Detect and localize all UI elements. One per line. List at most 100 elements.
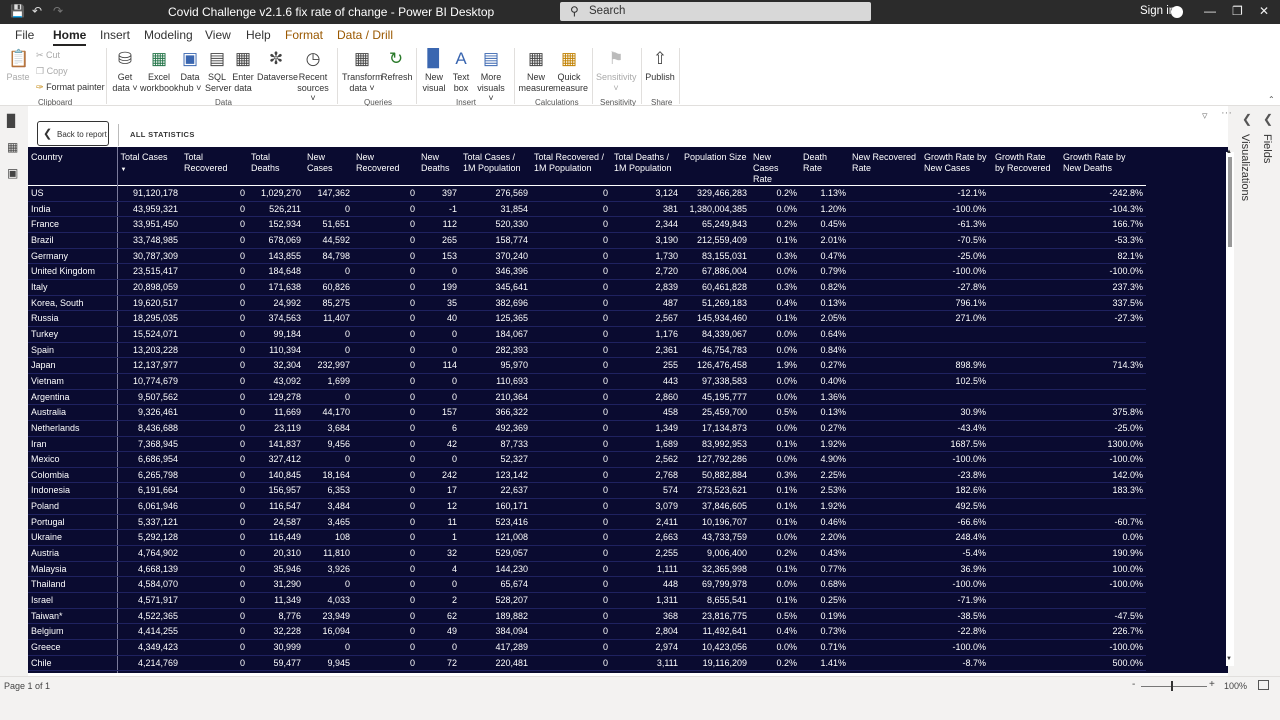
table-row[interactable]: Russia 18,295,035 0 374,563 11,407 0 40 125,365… bbox=[28, 310, 1146, 327]
dataverse-button[interactable]: ✼ Dataverse bbox=[257, 48, 298, 83]
column-header[interactable]: New Recovered bbox=[353, 147, 418, 186]
table-row[interactable]: Ukraine 5,292,128 0 116,449 108 0 1 121,008 0 2,6… bbox=[28, 529, 1146, 547]
menu-home[interactable]: Home bbox=[53, 28, 87, 46]
menu-view[interactable]: View bbox=[205, 28, 231, 42]
table-row[interactable]: Korea, South 19,620,517 0 24,992 85,275 0 35 38… bbox=[28, 295, 1146, 312]
table-row[interactable]: Poland 6,061,946 0 116,547 3,484 0 12 160,171 0 3… bbox=[28, 498, 1146, 515]
fit-to-page-icon[interactable] bbox=[1258, 680, 1269, 690]
column-header[interactable]: Country bbox=[28, 147, 118, 186]
menu-file[interactable]: File bbox=[15, 28, 34, 42]
column-header[interactable]: Growth Rate by Recovered bbox=[992, 147, 1060, 186]
table-row[interactable]: Turkey 15,524,071 0 99,184 0 0 0 184,067 0 1,176 8… bbox=[28, 326, 1146, 343]
table-row[interactable]: India 43,959,321 0 526,211 0 0 -1 31,854 0 381 1,3… bbox=[28, 201, 1146, 218]
column-header[interactable]: Total Cases ▼ bbox=[117, 147, 181, 186]
column-header[interactable]: Total Deaths bbox=[248, 147, 304, 186]
new-visual-button[interactable]: ▉ New visual bbox=[422, 48, 446, 93]
new-measure-button[interactable]: ▦ New measure bbox=[518, 48, 554, 93]
data-view-icon[interactable]: ▦ bbox=[7, 140, 21, 154]
menu-format[interactable]: Format bbox=[285, 28, 323, 42]
table-row[interactable]: Brazil 33,748,985 0 678,069 44,592 0 265 158,77… bbox=[28, 232, 1146, 249]
search-box[interactable]: ⚲ Search bbox=[560, 2, 871, 21]
table-row[interactable]: Vietnam 10,774,679 0 43,092 1,699 0 0 110,693 0 4… bbox=[28, 373, 1146, 390]
recent-sources-button[interactable]: ◷ Recent sources ˅ bbox=[295, 48, 331, 104]
column-header[interactable]: Total Recovered / 1M Population bbox=[531, 147, 611, 186]
table-row[interactable]: Portugal 5,337,121 0 24,587 3,465 0 11 523,416 0… bbox=[28, 514, 1146, 531]
table-row[interactable]: Spain 13,203,228 0 110,394 0 0 0 282,393 0 2,361 4… bbox=[28, 342, 1146, 359]
copy-button[interactable]: ❐ Copy bbox=[36, 66, 68, 77]
scrollbar-thumb[interactable] bbox=[1228, 157, 1232, 247]
menu-insert[interactable]: Insert bbox=[100, 28, 130, 42]
column-header[interactable]: Death Rate bbox=[800, 147, 849, 186]
get-data-button[interactable]: ⛁ Get data ˅ bbox=[112, 48, 138, 93]
column-header[interactable]: Growth Rate by New Cases bbox=[921, 147, 992, 186]
visualizations-pane-tab[interactable]: Visualizations bbox=[1239, 134, 1251, 201]
table-row[interactable]: Argentina 9,507,562 0 129,278 0 0 0 210,364 0 2,8… bbox=[28, 389, 1146, 406]
publish-button[interactable]: ⇧ Publish bbox=[645, 48, 675, 83]
column-header[interactable]: Population Size bbox=[681, 147, 750, 186]
zoom-slider-handle[interactable] bbox=[1171, 681, 1173, 691]
table-row[interactable]: France 33,951,450 0 152,934 51,651 0 112 520,33… bbox=[28, 216, 1146, 233]
column-header[interactable]: Total Recovered bbox=[181, 147, 248, 186]
table-row[interactable]: Italy 20,898,059 0 171,638 60,826 0 199 345,641… bbox=[28, 279, 1146, 296]
zoom-slider[interactable] bbox=[1141, 686, 1207, 687]
column-header[interactable]: New Recovered Rate bbox=[849, 147, 921, 186]
column-header[interactable]: New Cases Rate bbox=[750, 147, 800, 186]
scroll-up-icon[interactable]: ▲ bbox=[1226, 149, 1232, 155]
table-row[interactable]: Australia 9,326,461 0 11,669 44,170 0 157 366,3… bbox=[28, 404, 1146, 421]
filter-icon[interactable]: ▿ bbox=[1202, 109, 1208, 122]
expand-fields-icon[interactable]: ❮ bbox=[1263, 112, 1273, 126]
column-header[interactable]: New Deaths bbox=[418, 147, 460, 186]
table-row[interactable]: Israel 4,571,917 0 11,349 4,033 0 2 528,207 0 1,3… bbox=[28, 592, 1146, 609]
undo-icon[interactable]: ↶ bbox=[32, 4, 42, 18]
column-header[interactable]: Growth Rate by New Deaths bbox=[1060, 147, 1146, 186]
save-icon[interactable]: 💾 bbox=[10, 4, 25, 18]
sql-server-button[interactable]: ▤ SQL Server bbox=[205, 48, 232, 93]
collapse-ribbon-icon[interactable]: ⌃ bbox=[1268, 95, 1275, 104]
menu-data-drill[interactable]: Data / Drill bbox=[337, 28, 393, 42]
table-row[interactable]: Netherlands 8,436,688 0 23,119 3,684 0 6 492,36… bbox=[28, 420, 1146, 437]
table-row[interactable]: United Kingdom 23,515,417 0 184,648 0 0 0 346,3… bbox=[28, 263, 1146, 280]
table-row[interactable]: US 91,120,178 0 1,029,270 147,362 0 397 276,569… bbox=[28, 185, 1146, 202]
paste-button[interactable]: 📋 Paste bbox=[6, 48, 30, 83]
zoom-out-icon[interactable]: - bbox=[1132, 679, 1135, 690]
text-box-button[interactable]: A Text box bbox=[450, 48, 472, 93]
restore-icon[interactable]: ❐ bbox=[1232, 4, 1243, 18]
table-row[interactable]: Colombia 6,265,798 0 140,845 18,164 0 242 123,1… bbox=[28, 467, 1146, 484]
cut-button[interactable]: ✂ Cut bbox=[36, 50, 60, 61]
expand-visualizations-icon[interactable]: ❮ bbox=[1242, 112, 1252, 126]
refresh-button[interactable]: ↻ Refresh bbox=[381, 48, 413, 83]
table-row[interactable]: Germany 30,787,309 0 143,855 84,798 0 153 370,2… bbox=[28, 248, 1146, 265]
enter-data-button[interactable]: ▦ Enter data bbox=[231, 48, 255, 93]
close-icon[interactable]: ✕ bbox=[1259, 4, 1269, 18]
vertical-scrollbar[interactable]: ▲ ▼ bbox=[1226, 149, 1234, 666]
table-row[interactable]: Malaysia 4,668,139 0 35,946 3,926 0 4 144,230 0 1… bbox=[28, 561, 1146, 578]
menu-modeling[interactable]: Modeling bbox=[144, 28, 193, 42]
excel-workbook-button[interactable]: ▦ Excel workbook bbox=[140, 48, 179, 93]
model-view-icon[interactable]: ▣ bbox=[7, 166, 21, 180]
column-header[interactable]: Total Cases / 1M Population bbox=[460, 147, 531, 186]
report-view-icon[interactable]: ▉ bbox=[7, 114, 21, 128]
redo-icon[interactable]: ↷ bbox=[53, 4, 63, 18]
table-row[interactable]: Greece 4,349,423 0 30,999 0 0 0 417,289 0 2,974 10… bbox=[28, 639, 1146, 656]
column-header[interactable]: Total Deaths / 1M Population bbox=[611, 147, 681, 186]
column-header[interactable]: New Cases bbox=[304, 147, 353, 186]
minimize-icon[interactable]: — bbox=[1204, 4, 1216, 18]
format-painter-button[interactable]: ✑ Format painter bbox=[36, 82, 105, 93]
table-row[interactable]: Indonesia 6,191,664 0 156,957 6,353 0 17 22,637… bbox=[28, 482, 1146, 500]
table-row[interactable]: Japan 12,137,977 0 32,304 232,997 0 114 95,970 0… bbox=[28, 357, 1146, 374]
more-options-icon[interactable]: ··· bbox=[1221, 107, 1232, 119]
sensitivity-button[interactable]: ⚑ Sensitivity ˅ bbox=[596, 48, 637, 93]
sort-descending-icon[interactable]: ▼ bbox=[121, 165, 179, 176]
table-row[interactable]: Austria 4,764,902 0 20,310 11,810 0 32 529,057 0… bbox=[28, 545, 1146, 562]
account-toggle[interactable] bbox=[1171, 6, 1183, 18]
scroll-down-icon[interactable]: ▼ bbox=[1226, 656, 1232, 662]
quick-measure-button[interactable]: ▦ Quick measure bbox=[553, 48, 588, 93]
table-row[interactable]: Taiwan* 4,522,365 0 8,776 23,949 0 62 189,882 0 3… bbox=[28, 608, 1146, 625]
table-row[interactable]: Iran 7,368,945 0 141,837 9,456 0 42 87,733 0 1,68… bbox=[28, 436, 1146, 453]
table-row[interactable]: Mexico 6,686,954 0 327,412 0 0 0 52,327 0 2,562 12… bbox=[28, 451, 1146, 468]
more-visuals-button[interactable]: ▤ More visuals ˅ bbox=[475, 48, 507, 104]
back-to-report-button[interactable]: ❮ Back to report bbox=[37, 121, 109, 146]
fields-pane-tab[interactable]: Fields bbox=[1261, 134, 1273, 163]
data-hub-button[interactable]: ▣ Data hub ˅ bbox=[178, 48, 202, 93]
table-row[interactable]: Chile 4,214,769 0 59,477 9,945 0 72 220,481 0 3,1… bbox=[28, 655, 1146, 672]
